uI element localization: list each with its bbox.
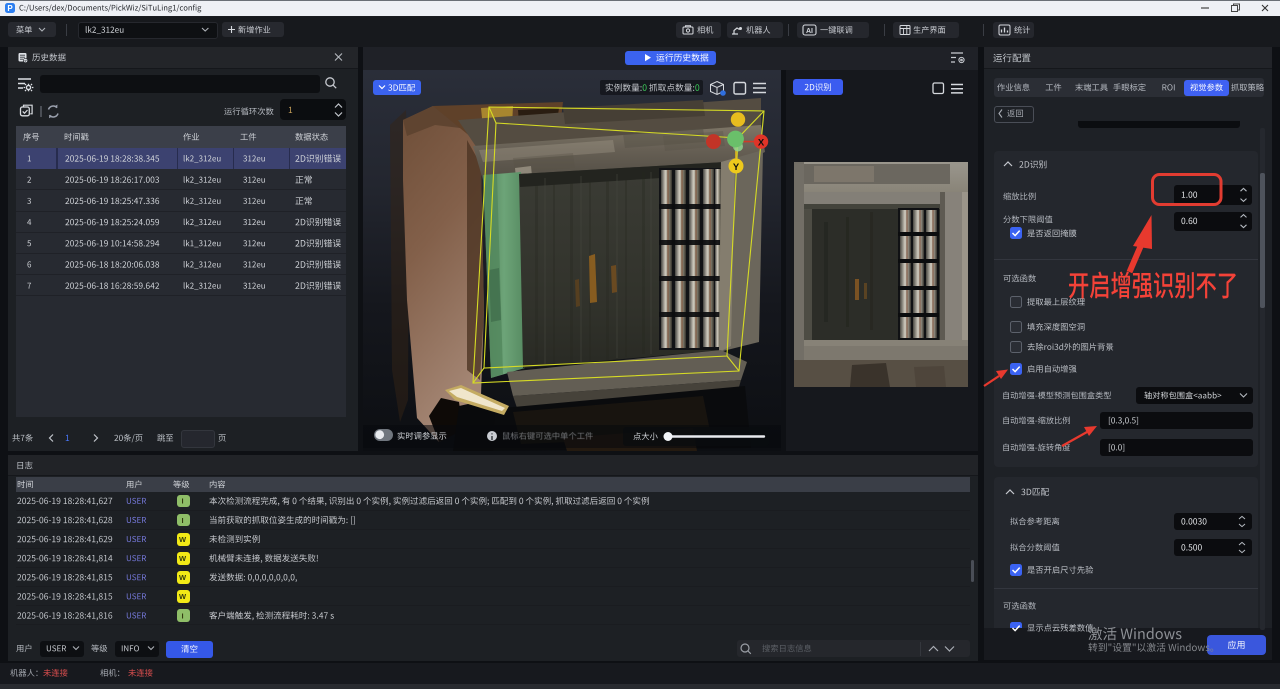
svg-text:X: X <box>758 137 765 148</box>
svg-text:Y: Y <box>733 162 740 173</box>
